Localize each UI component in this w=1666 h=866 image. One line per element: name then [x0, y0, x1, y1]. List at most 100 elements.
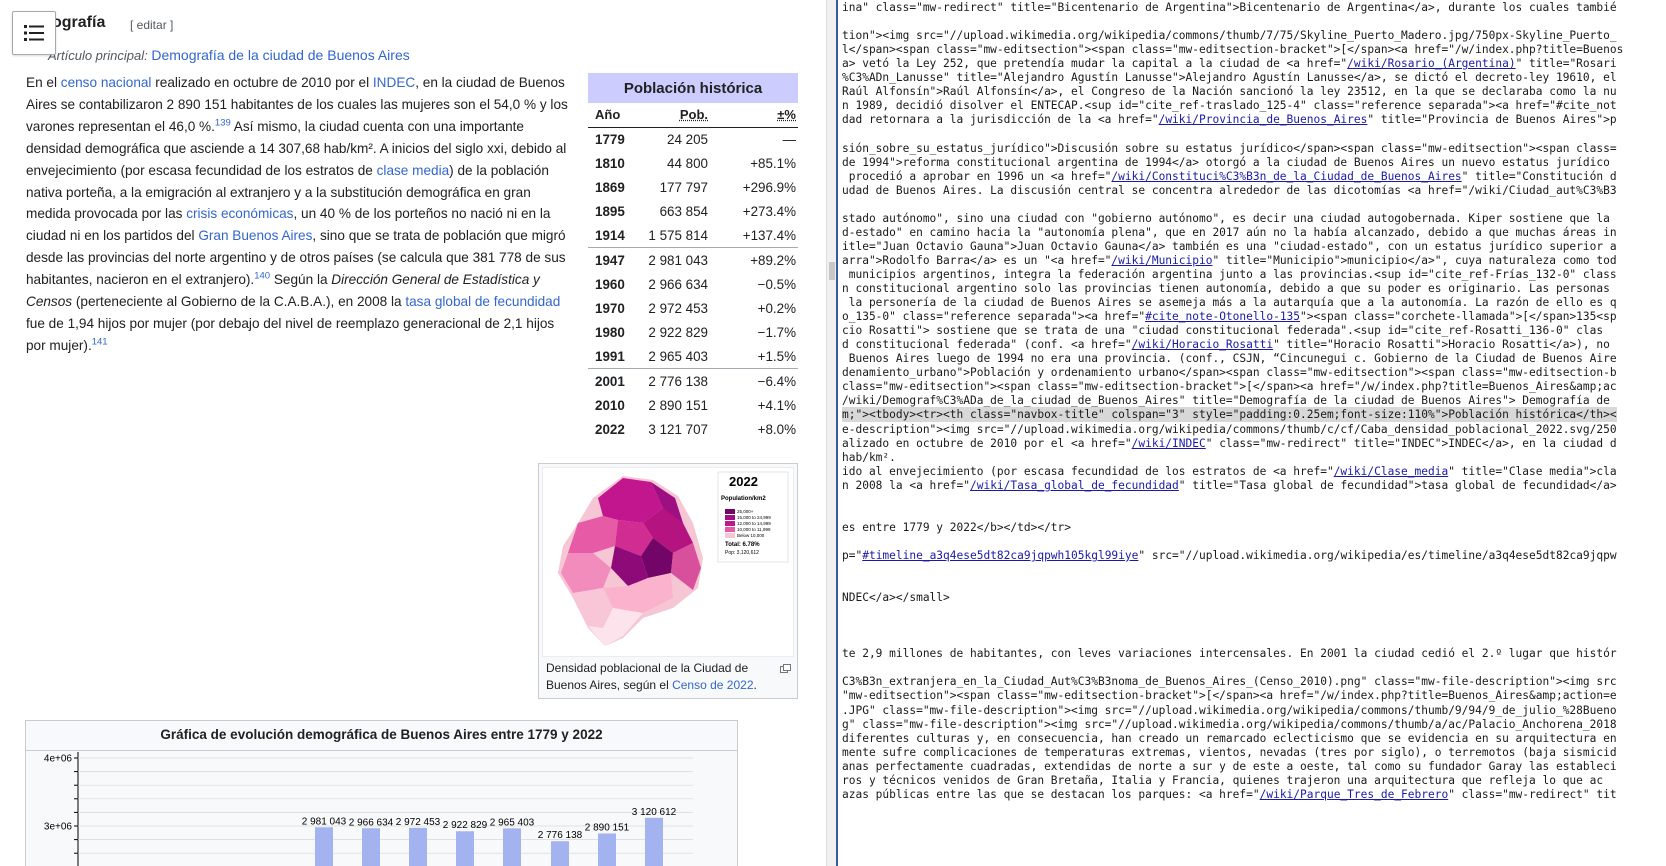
chart-bar	[409, 827, 427, 866]
table-row: 2010 2 890 151 +4.1%	[588, 393, 798, 417]
row-year: 1970	[595, 300, 625, 316]
inline-link[interactable]: INDEC	[373, 75, 415, 90]
source-line: cio Rosatti"> sostiene que se trata de u…	[842, 324, 1604, 338]
density-map-image[interactable]: 2022 Population/km2 25,000+ 15,000 to 24,…	[542, 467, 794, 657]
row-population: 1 575 814	[648, 228, 708, 244]
source-line: anas perfectamente cuadradas, extendidas…	[842, 759, 1617, 773]
row-change: +273.4%	[742, 204, 796, 220]
inline-link[interactable]: Gran Buenos Aires	[198, 228, 312, 243]
inline-link[interactable]: censo nacional	[61, 75, 152, 90]
source-line: e-description"><img src="//upload.wikime…	[842, 422, 1617, 436]
row-year: 1947	[588, 247, 636, 273]
row-change: +89.2%	[716, 247, 798, 273]
row-population: 2 965 403	[648, 349, 708, 365]
source-line: n 1989, decidió disolver el ENTECAP.<sup…	[842, 99, 1617, 113]
y-tick-label: 3e+06	[44, 822, 73, 833]
row-population: 663 854	[659, 204, 708, 220]
source-line: m;"><tbody><tr><th class="navbox-title" …	[842, 407, 1617, 423]
legend-label: 25,000+	[737, 508, 754, 514]
row-change: +85.1%	[750, 155, 796, 171]
legend-label: 12,000 to 14,999	[737, 520, 771, 526]
source-line: es entre 1779 y 2022</b></td></tr>	[842, 520, 1072, 534]
source-line: ros y técnicos venidos de Gran Bretaña, …	[842, 773, 1604, 787]
table-of-contents-button[interactable]	[12, 11, 56, 55]
row-year: 1810	[595, 155, 625, 171]
source-line: d-estado" en camino hacia la "autonomía …	[842, 225, 1617, 239]
source-line: hab/km².	[842, 450, 896, 464]
row-population: 2 966 634	[648, 276, 708, 292]
bar-value-label: 3 120 612	[632, 807, 677, 818]
pane-divider[interactable]	[826, 0, 836, 866]
source-line: ina" class="mw-redirect" title="Bicenten…	[842, 1, 1617, 14]
row-population: 44 800	[667, 155, 708, 171]
reference-marker[interactable]: 139	[215, 117, 231, 128]
source-line: municipios argentinos, integra la federa…	[842, 267, 1617, 281]
source-line: arra">Rodolfo Barra</a> es un "<a href="…	[842, 253, 1617, 267]
table-row: 1947 2 981 043 +89.2%	[588, 247, 798, 273]
page-source-pane[interactable]: ina" class="mw-redirect" title="Bicenten…	[836, 0, 1666, 866]
source-line: n 2008 la <a href="/wiki/Tasa_global_de_…	[842, 478, 1617, 492]
main-article-link[interactable]: Demografía de la ciudad de Buenos Aires	[151, 47, 409, 63]
census-2022-link[interactable]: Censo de 2022	[672, 678, 753, 692]
row-population: 24 205	[667, 131, 708, 147]
inline-link[interactable]: crisis económicas	[186, 206, 293, 221]
table-row: 1895 663 854 +273.4%	[588, 200, 798, 224]
inline-link[interactable]: tasa global de fecundidad	[405, 294, 560, 309]
legend-swatch	[725, 527, 735, 533]
source-line: %C3%ADn_Lanusse" title="Alejandro Agustí…	[842, 71, 1617, 85]
table-row: 1970 2 972 453 +0.2%	[588, 296, 798, 320]
source-line: class="mw-editsection"><span class="mw-e…	[842, 380, 1617, 394]
legend-swatch	[725, 533, 735, 539]
map-total-label: Total: 6.78%	[725, 542, 760, 548]
reference-marker[interactable]: 140	[254, 271, 270, 282]
row-year: 1980	[595, 325, 625, 341]
table-row: 1869 177 797 +296.9%	[588, 175, 798, 199]
source-line: tion"><img src="//upload.wikimedia.org/w…	[842, 29, 1617, 43]
source-line: denamiento_urbano">Población y ordenamie…	[842, 366, 1617, 380]
row-year: 2001	[588, 368, 636, 394]
row-population: 2 922 829	[648, 325, 708, 341]
map-legend-item: 10,000 to 11,999	[725, 527, 771, 533]
legend-swatch	[725, 508, 735, 514]
map-caption-end: .	[753, 678, 757, 692]
enlarge-icon[interactable]	[780, 664, 791, 676]
chart-bar	[456, 831, 474, 866]
column-header-year: Año	[588, 103, 636, 128]
population-table-title: Población histórica	[588, 73, 798, 103]
legend-label: 15,000 to 24,999	[737, 514, 771, 520]
source-line: dad retornara a la jurisdicción de la <a…	[842, 113, 1617, 127]
source-line: /wiki/Demograf%C3%ADa_de_la_ciudad_de_Bu…	[842, 394, 1610, 408]
population-bar-chart: 4e+063e+06 2 981 043 2 966 634 2 972 453 2 9…	[44, 752, 693, 866]
column-header-change: ±%	[716, 103, 798, 128]
inline-link[interactable]: clase media	[377, 163, 450, 178]
map-legend: 25,000+ 15,000 to 24,999 12,000 to 14,999 1…	[725, 508, 771, 539]
source-line: mente sufre complicaciones de temperatur…	[842, 745, 1617, 759]
bar-value-label: 2 972 453	[396, 817, 441, 828]
row-change: +8.0%	[757, 421, 796, 437]
row-year: 1991	[595, 349, 625, 365]
row-change: +4.1%	[757, 397, 796, 413]
source-line: de 1994">reforma constitucional argentin…	[842, 155, 1610, 169]
bar-value-label: 2 966 634	[349, 817, 394, 828]
list-icon	[24, 25, 44, 41]
section-heading: ografía	[52, 14, 106, 31]
row-population: 2 890 151	[648, 397, 708, 413]
reference-marker[interactable]: 141	[92, 336, 108, 347]
source-line: sión_sobre_su_estatus_jurídico">Discusió…	[842, 141, 1617, 155]
source-line: g" class="mw-file-description"><img src=…	[842, 717, 1617, 731]
table-row: 2001 2 776 138 −6.4%	[588, 368, 798, 394]
source-line: procedió a aprobar en 1996 un <a href="/…	[842, 169, 1617, 183]
pane-resize-grip[interactable]	[829, 262, 835, 280]
chart-bar	[551, 841, 569, 866]
source-line: azas públicas entre las que se destacan …	[842, 787, 1617, 801]
source-line: itle="Juan Octavio Gauna">Juan Octavio G…	[842, 239, 1617, 253]
source-line: .JPG" class="mw-file-description"><img s…	[842, 703, 1617, 717]
table-row: 1991 2 965 403 +1.5%	[588, 345, 798, 369]
source-line: o_135-0" class="reference separada"><a h…	[842, 310, 1617, 324]
map-legend-item: 15,000 to 24,999	[725, 514, 771, 520]
chart-bar	[362, 828, 380, 866]
table-row: 1980 2 922 829 −1.7%	[588, 321, 798, 345]
edit-section-link[interactable]: [ editar ]	[130, 18, 173, 32]
chart-bar	[315, 827, 333, 866]
population-history-table: Población histórica Año Pob. ±% 1779 24 2…	[588, 73, 798, 441]
